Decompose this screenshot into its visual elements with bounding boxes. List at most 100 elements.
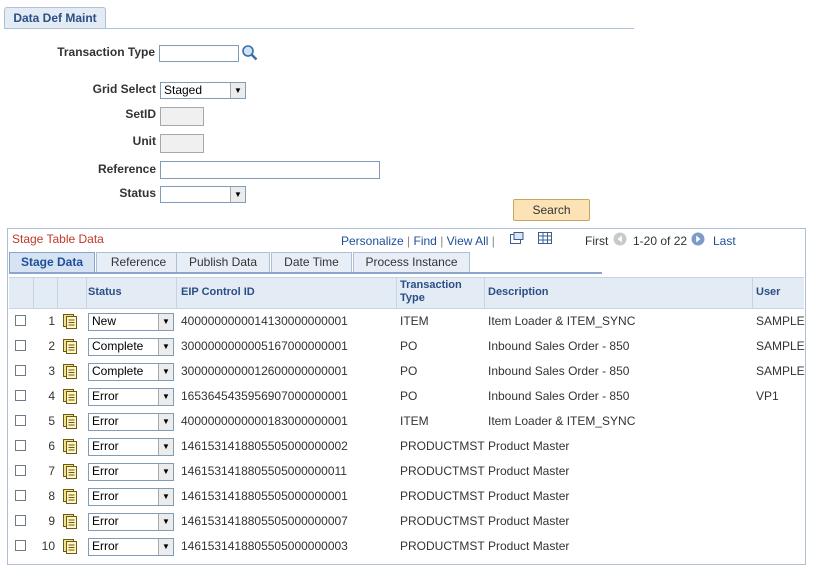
row-detail-icon[interactable]	[63, 314, 77, 329]
row-number: 10	[41, 539, 55, 553]
chevron-down-icon: ▼	[158, 389, 173, 405]
row-detail-icon[interactable]	[63, 364, 77, 379]
previous-icon[interactable]	[613, 232, 627, 246]
row-checkbox[interactable]	[15, 465, 26, 476]
row-status-value: Error	[92, 389, 119, 403]
column-header-status[interactable]: Status	[88, 286, 122, 299]
tab-date-time[interactable]: Date Time	[271, 252, 352, 272]
row-detail-icon[interactable]	[63, 414, 77, 429]
row-transaction-type: ITEM	[400, 314, 429, 328]
row-checkbox[interactable]	[15, 440, 26, 451]
reference-input[interactable]	[160, 161, 380, 179]
chevron-down-icon: ▼	[158, 364, 173, 380]
download-spreadsheet-icon[interactable]	[538, 232, 552, 244]
row-checkbox[interactable]	[15, 390, 26, 401]
table-row: 9 Error ▼ 1461531418805505000000007 PRODU…	[9, 509, 804, 534]
row-status-dropdown[interactable]: Error ▼	[88, 413, 174, 431]
row-checkbox[interactable]	[15, 540, 26, 551]
row-transaction-type: PO	[400, 339, 418, 353]
last-link[interactable]: Last	[713, 234, 736, 248]
row-transaction-type: ITEM	[400, 414, 429, 428]
view-all-link[interactable]: View All	[447, 234, 489, 248]
first-link[interactable]: First	[585, 234, 608, 248]
chevron-down-icon: ▼	[158, 439, 173, 455]
zoom-grid-icon[interactable]	[510, 232, 524, 245]
column-header-eip-control-id[interactable]: EIP Control ID	[181, 286, 255, 299]
grid-select-dropdown[interactable]: Staged ▼	[160, 82, 246, 99]
setid-field	[160, 107, 204, 126]
row-detail-icon[interactable]	[63, 339, 77, 354]
page-tab-underline	[4, 28, 634, 29]
personalize-link[interactable]: Personalize	[341, 234, 404, 248]
page-tab-data-def-maint[interactable]: Data Def Maint	[4, 7, 106, 28]
row-description: Product Master	[488, 439, 570, 453]
next-icon[interactable]	[691, 232, 705, 246]
row-checkbox[interactable]	[15, 315, 26, 326]
row-status-value: New	[92, 314, 117, 328]
table-row: 10 Error ▼ 1461531418805505000000003 PROD…	[9, 534, 804, 559]
row-status-dropdown[interactable]: Complete ▼	[88, 338, 174, 356]
row-detail-icon[interactable]	[63, 389, 77, 404]
row-checkbox[interactable]	[15, 490, 26, 501]
row-number: 6	[48, 439, 55, 453]
find-link[interactable]: Find	[414, 234, 437, 248]
row-description: Product Master	[488, 489, 570, 503]
row-status-dropdown[interactable]: Error ▼	[88, 538, 174, 556]
row-eip-control-id: 4000000000014130000000001	[181, 314, 348, 328]
row-detail-icon[interactable]	[63, 514, 77, 529]
status-label: Status	[119, 186, 156, 200]
table-row: 3 Complete ▼ 3000000000012600000000001 PO…	[9, 359, 805, 384]
row-detail-icon[interactable]	[63, 489, 77, 504]
lookup-icon[interactable]	[241, 44, 259, 62]
row-status-dropdown[interactable]: Error ▼	[88, 488, 174, 506]
row-transaction-type: PO	[400, 364, 418, 378]
chevron-down-icon: ▼	[158, 464, 173, 480]
chevron-down-icon: ▼	[230, 187, 245, 202]
tab-reference[interactable]: Reference	[96, 252, 181, 272]
row-detail-icon[interactable]	[63, 439, 77, 454]
row-detail-icon[interactable]	[63, 539, 77, 554]
row-status-dropdown[interactable]: New ▼	[88, 313, 174, 331]
chevron-down-icon: ▼	[158, 514, 173, 530]
row-status-dropdown[interactable]: Error ▼	[88, 438, 174, 456]
row-eip-control-id: 3000000000012600000000001	[181, 364, 348, 378]
row-status-value: Error	[92, 439, 119, 453]
column-header-transaction-type[interactable]: Transaction Type	[400, 279, 462, 305]
search-button[interactable]: Search	[513, 199, 590, 221]
row-eip-control-id: 3000000000005167000000001	[181, 339, 348, 353]
row-transaction-type: PO	[400, 389, 418, 403]
row-user: SAMPLE	[756, 339, 805, 353]
table-row: 6 Error ▼ 1461531418805505000000002 PRODU…	[9, 434, 804, 459]
row-checkbox[interactable]	[15, 415, 26, 426]
tab-process-instance[interactable]: Process Instance	[353, 252, 470, 272]
row-description: Product Master	[488, 539, 570, 553]
row-status-value: Complete	[92, 364, 144, 378]
setid-label: SetID	[125, 107, 156, 121]
transaction-type-input[interactable]	[159, 45, 239, 62]
column-header-user[interactable]: User	[756, 286, 780, 299]
row-number: 3	[48, 364, 55, 378]
row-detail-icon[interactable]	[63, 464, 77, 479]
row-checkbox[interactable]	[15, 365, 26, 376]
row-status-value: Error	[92, 464, 119, 478]
row-checkbox[interactable]	[15, 340, 26, 351]
row-status-dropdown[interactable]: Complete ▼	[88, 363, 174, 381]
tab-publish-data[interactable]: Publish Data	[176, 252, 270, 272]
row-transaction-type: PRODUCTMST	[400, 439, 485, 453]
row-description: Inbound Sales Order - 850	[488, 339, 630, 353]
grid-title: Stage Table Data	[12, 232, 104, 246]
row-user: VP1	[756, 389, 779, 403]
row-status-dropdown[interactable]: Error ▼	[88, 513, 174, 531]
row-status-dropdown[interactable]: Error ▼	[88, 388, 174, 406]
tab-stage-data[interactable]: Stage Data	[9, 252, 95, 272]
row-transaction-type: PRODUCTMST	[400, 489, 485, 503]
row-number: 1	[48, 314, 55, 328]
column-header-description[interactable]: Description	[488, 286, 549, 299]
transaction-type-label: Transaction Type	[57, 45, 155, 59]
row-checkbox[interactable]	[15, 515, 26, 526]
row-eip-control-id: 1461531418805505000000007	[181, 514, 348, 528]
chevron-down-icon: ▼	[158, 539, 173, 555]
row-eip-control-id: 1461531418805505000000003	[181, 539, 348, 553]
status-dropdown[interactable]: ▼	[160, 186, 246, 203]
row-status-dropdown[interactable]: Error ▼	[88, 463, 174, 481]
